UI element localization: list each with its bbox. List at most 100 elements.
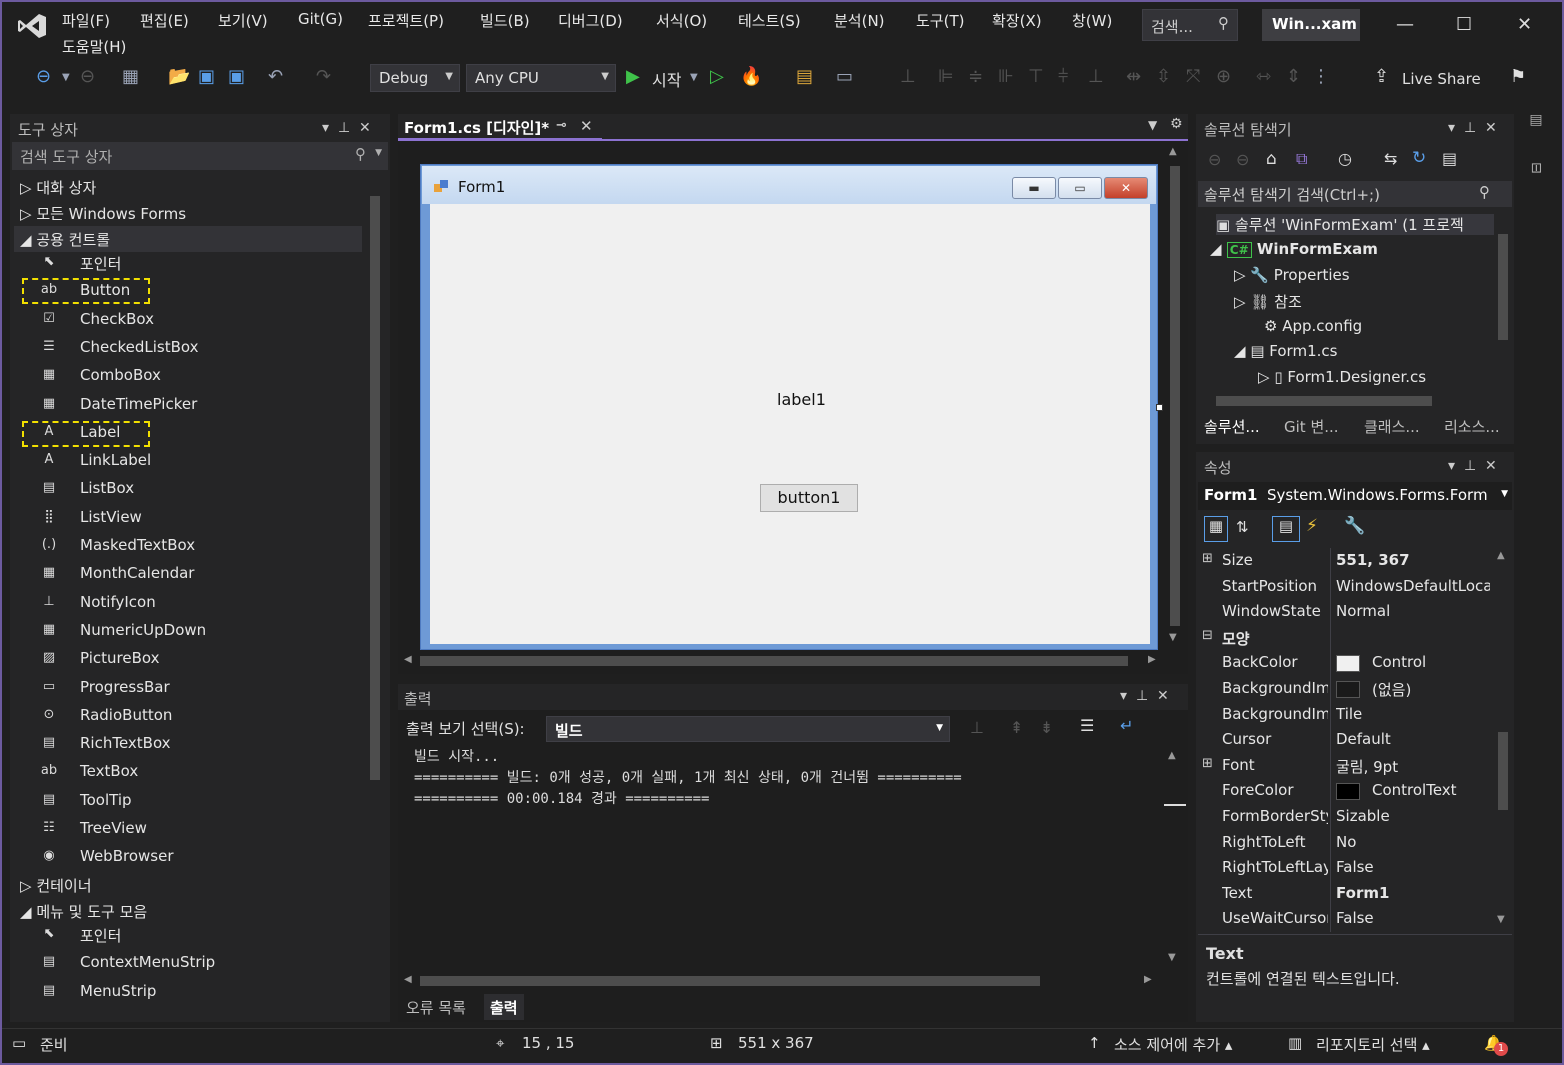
- property-row[interactable]: ⊞ Font 굴림, 9pt: [1198, 754, 1490, 779]
- property-value[interactable]: Control: [1372, 653, 1490, 671]
- prev-message-icon[interactable]: ⇞: [1010, 718, 1023, 737]
- properties-view-icon[interactable]: ▤: [1272, 516, 1300, 542]
- close-icon[interactable]: ✕: [1485, 458, 1497, 474]
- menu-help[interactable]: 도움말(H): [62, 36, 126, 57]
- menu-item[interactable]: 보기(V): [218, 10, 268, 31]
- output-vscrollbar[interactable]: ▲ ▼: [1164, 748, 1186, 970]
- close-icon[interactable]: ✕: [1157, 688, 1169, 704]
- form-minimize-icon[interactable]: ▬: [1012, 177, 1056, 199]
- output-hscrollbar[interactable]: ◀ ▶: [402, 972, 1162, 990]
- property-value[interactable]: WindowsDefaultLoca: [1336, 577, 1490, 595]
- solution-name-badge[interactable]: Win...xam: [1262, 9, 1360, 41]
- tab-dropdown-icon[interactable]: ▼: [1148, 118, 1157, 132]
- form-close-icon[interactable]: ✕: [1104, 177, 1148, 199]
- refresh-icon[interactable]: ↻: [1412, 148, 1426, 168]
- menu-item[interactable]: 프로젝트(P): [368, 10, 444, 31]
- forward-icon[interactable]: ⊖: [1236, 150, 1249, 169]
- same-size-icon[interactable]: ⤧: [1186, 66, 1200, 87]
- pin-icon[interactable]: ⊸: [556, 118, 567, 133]
- toolbox-item[interactable]: ab TextBox: [14, 759, 364, 787]
- start-label[interactable]: 시작: [652, 67, 681, 91]
- solution-node[interactable]: ▣ 솔루션 'WinFormExam' (1 프로젝: [1216, 214, 1496, 235]
- size-to-grid-icon[interactable]: ⊕: [1216, 66, 1231, 87]
- property-row[interactable]: RightToLeftLay False: [1198, 856, 1490, 881]
- menu-item[interactable]: 파일(F): [62, 10, 110, 31]
- minimize-icon[interactable]: —: [1396, 14, 1414, 35]
- save-icon[interactable]: ▣: [198, 66, 215, 87]
- menu-item[interactable]: 빌드(B): [480, 10, 530, 31]
- global-search-input[interactable]: 검색... ⚲: [1142, 9, 1238, 41]
- scroll-up-icon[interactable]: ▲: [1168, 750, 1176, 761]
- live-share-icon[interactable]: ⇪: [1374, 66, 1389, 87]
- output-source-select[interactable]: 빌드 ▼: [546, 716, 950, 742]
- gear-icon[interactable]: ⚙: [1170, 116, 1183, 132]
- grid-icon[interactable]: ⊥: [900, 66, 916, 87]
- close-icon[interactable]: ✕: [580, 117, 593, 135]
- find-message-icon[interactable]: ⊥: [970, 718, 984, 737]
- tab-output[interactable]: 출력: [484, 994, 524, 1020]
- property-pages-icon[interactable]: 🔧: [1344, 516, 1365, 536]
- menu-item[interactable]: Git(G): [298, 10, 343, 28]
- tree-item-references[interactable]: ▷ ⛓ 참조: [1234, 291, 1302, 312]
- vertical-spacing-icon[interactable]: ⇕: [1286, 66, 1301, 87]
- toolbox-category-all-winforms[interactable]: ▷ 모든 Windows Forms: [14, 200, 362, 226]
- dropdown-icon[interactable]: ▾: [1448, 120, 1455, 136]
- side-tab-git-icon[interactable]: ⊟: [1528, 162, 1544, 174]
- scroll-up-icon[interactable]: ▲: [1497, 550, 1505, 561]
- sync-icon[interactable]: ⇆: [1384, 149, 1397, 168]
- pin-icon[interactable]: ⊥: [1464, 120, 1476, 136]
- feedback-icon[interactable]: ⚑: [1510, 66, 1526, 87]
- property-value[interactable]: Tile: [1336, 705, 1490, 723]
- switch-views-icon[interactable]: ⧉: [1296, 149, 1307, 169]
- dropdown-icon[interactable]: ▾: [1448, 458, 1455, 474]
- scrollbar-thumb[interactable]: [1170, 166, 1180, 626]
- property-row[interactable]: Cursor Default: [1198, 728, 1490, 753]
- toolbox-item[interactable]: ▤ RichTextBox: [14, 731, 364, 759]
- toolbox-item[interactable]: A LinkLabel: [14, 448, 364, 476]
- tree-item-form1-designer[interactable]: ▷ ▯ Form1.Designer.cs: [1258, 368, 1426, 386]
- menu-item[interactable]: 편집(E): [140, 10, 189, 31]
- property-row[interactable]: ⊞ Size 551, 367: [1198, 549, 1490, 574]
- pin-icon[interactable]: ⊥: [1136, 688, 1148, 704]
- scroll-down-icon[interactable]: ▼: [1168, 952, 1176, 963]
- menu-item[interactable]: 도구(T): [916, 10, 964, 31]
- redo-icon[interactable]: ↷: [316, 66, 331, 87]
- property-value[interactable]: False: [1336, 858, 1490, 876]
- property-row[interactable]: StartPosition WindowsDefaultLoca: [1198, 575, 1490, 600]
- hot-reload-icon[interactable]: 🔥: [740, 66, 762, 87]
- scroll-right-icon[interactable]: ▶: [1148, 654, 1156, 665]
- back-icon[interactable]: ⊖: [1208, 150, 1221, 169]
- toolbox-item[interactable]: ☰ CheckedListBox: [14, 335, 364, 363]
- toolbox-item[interactable]: ☷ TreeView: [14, 816, 364, 844]
- align-top-icon[interactable]: ⊤: [1028, 66, 1044, 87]
- tree-item-form1[interactable]: ◢ ▤ Form1.cs: [1234, 342, 1337, 360]
- toolbox-category-menus[interactable]: ◢ 메뉴 및 도구 모음: [14, 898, 362, 924]
- collapse-all-icon[interactable]: ▤: [1442, 149, 1457, 168]
- menu-item[interactable]: 창(W): [1072, 10, 1112, 31]
- tab-git-changes[interactable]: Git 변...: [1284, 416, 1339, 437]
- toolbox-category-containers[interactable]: ▷ 컨테이너: [14, 872, 362, 898]
- config-select[interactable]: Debug ▼: [370, 64, 460, 92]
- toolbox-item[interactable]: ▦ MonthCalendar: [14, 561, 364, 589]
- property-row[interactable]: Text Form1: [1198, 882, 1490, 907]
- toolbox-item[interactable]: ▦ DateTimePicker: [14, 392, 364, 420]
- categorized-icon[interactable]: ▦: [1204, 516, 1228, 542]
- menu-item[interactable]: 분석(N): [834, 10, 885, 31]
- toolbox-item[interactable]: ⬉ 포인터: [14, 922, 364, 950]
- close-icon[interactable]: ✕: [1517, 14, 1532, 35]
- toolbox-item[interactable]: ▤ ListBox: [14, 476, 364, 504]
- save-all-icon[interactable]: ▣: [228, 66, 245, 87]
- tab-resource-view[interactable]: 리소스...: [1444, 416, 1500, 437]
- back-icon[interactable]: ⊖: [36, 66, 51, 87]
- align-center-icon[interactable]: ≑: [968, 66, 983, 87]
- button1-control[interactable]: button1: [760, 484, 858, 512]
- tree-item-app-config[interactable]: ⚙ App.config: [1264, 317, 1362, 335]
- tab-solution[interactable]: 솔루션...: [1204, 416, 1260, 437]
- side-tab-notifications-icon[interactable]: ▤: [1528, 112, 1544, 128]
- scrollbar-thumb[interactable]: [1216, 396, 1432, 406]
- add-source-control[interactable]: 소스 제어에 추가 ▴: [1114, 1034, 1232, 1055]
- property-category[interactable]: ⊟ 모양: [1198, 626, 1490, 651]
- properties-object-select[interactable]: Form1 System.Windows.Forms.Form ▼: [1198, 482, 1512, 510]
- arrow-up-icon[interactable]: ↑: [1088, 1034, 1101, 1052]
- scrollbar-thumb[interactable]: [1164, 804, 1186, 806]
